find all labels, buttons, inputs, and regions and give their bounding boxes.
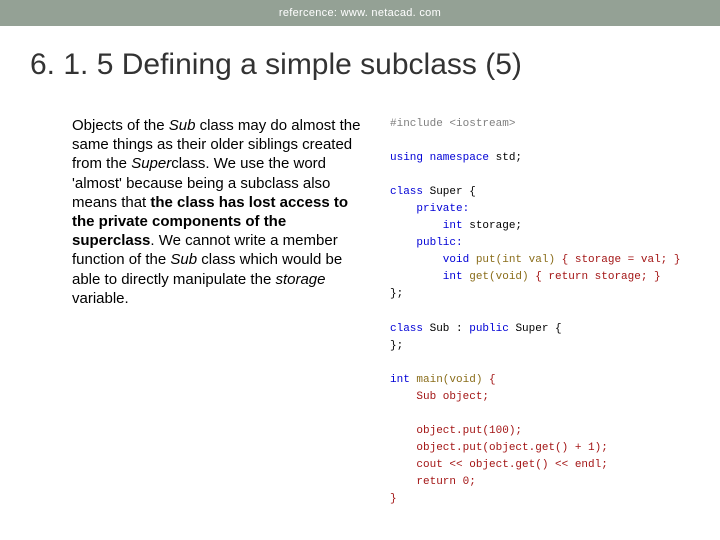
code-text: std; [496, 152, 522, 164]
body-paragraph: Objects of the Sub class may do almost t… [72, 116, 362, 508]
code-kw: class [390, 186, 430, 198]
body-em-super1: Super [131, 155, 171, 172]
code-kw: int [390, 220, 469, 232]
code-text: Sub : [430, 323, 470, 335]
code-kw: void [390, 254, 476, 266]
code-kw: int [390, 271, 469, 283]
code-text: Super { [515, 323, 561, 335]
code-text: }; [390, 288, 403, 300]
code-body: } [390, 493, 397, 505]
code-body: Sub object; [390, 391, 489, 403]
code-text: storage; [469, 220, 522, 232]
code-fn: get(void) [469, 271, 535, 283]
code-body: { [489, 374, 496, 386]
body-text: variable. [72, 290, 129, 307]
code-kw: public: [390, 237, 463, 249]
code-text: }; [390, 340, 403, 352]
code-kw: int [390, 374, 416, 386]
content-row: Objects of the Sub class may do almost t… [72, 116, 720, 508]
reference-label: refercence: www. netacad. com [279, 7, 441, 19]
code-body: return 0; [390, 476, 476, 488]
code-body: cout << object.get() << endl; [390, 459, 608, 471]
code-preproc: #include <iostream> [390, 118, 515, 130]
code-body: object.put(object.get() + 1); [390, 442, 608, 454]
code-body: object.put(100); [390, 425, 522, 437]
code-body: { return storage; } [535, 271, 660, 283]
code-body: { storage = val; } [562, 254, 681, 266]
code-block: #include <iostream> using namespace std;… [390, 116, 680, 508]
code-text: Super { [430, 186, 476, 198]
body-text: Objects of the [72, 117, 169, 134]
body-em-sub2: Sub [170, 251, 197, 268]
code-kw: private: [390, 203, 469, 215]
body-em-sub1: Sub [169, 117, 196, 134]
page-title: 6. 1. 5 Defining a simple subclass (5) [30, 48, 720, 82]
header-bar: refercence: www. netacad. com [0, 0, 720, 26]
code-fn: put(int val) [476, 254, 562, 266]
code-kw: public [469, 323, 515, 335]
code-fn: main(void) [416, 374, 489, 386]
code-kw: class [390, 323, 430, 335]
body-em-storage: storage [275, 271, 325, 288]
code-kw: using namespace [390, 152, 496, 164]
